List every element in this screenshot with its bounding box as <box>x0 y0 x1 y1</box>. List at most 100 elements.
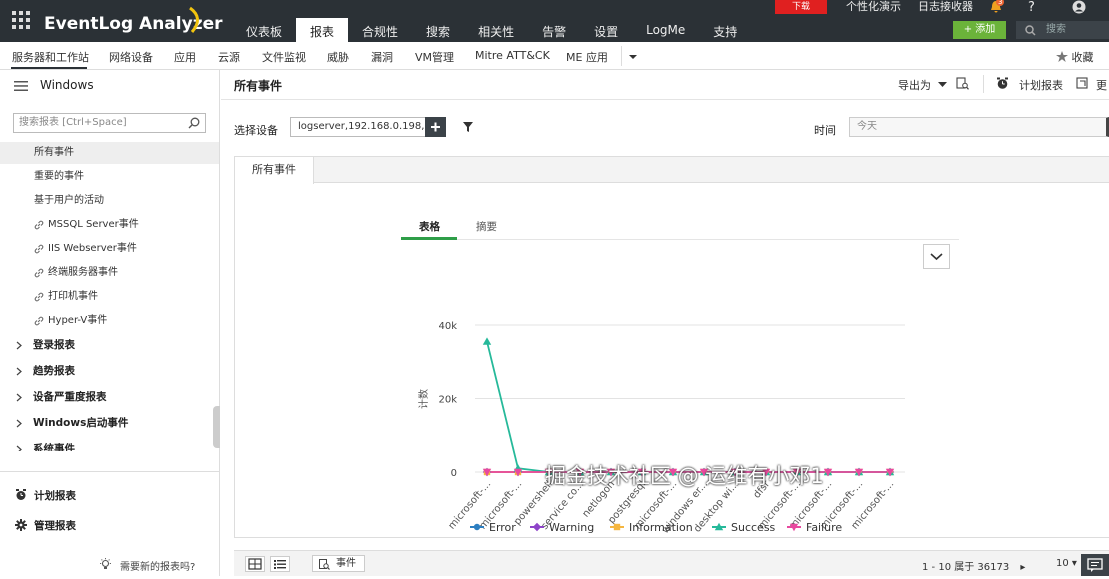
print-preview-icon[interactable] <box>956 77 969 93</box>
panel-tab-bar: 所有事件 <box>235 157 1109 184</box>
help-icon[interactable]: ? <box>1028 0 1035 15</box>
sidebar: Windows 搜索报表 [Ctrl+Space] 所有事件 重要的事件 基于用户的… <box>0 70 220 576</box>
add-label: 添加 <box>975 24 996 35</box>
bell-icon[interactable]: 3 <box>990 0 1005 14</box>
scheduled-reports-label: 计划报表 <box>34 490 76 502</box>
scheduled-reports-link[interactable]: 计划报表 <box>0 488 219 503</box>
tab-1[interactable]: 报表 <box>296 18 349 42</box>
sidebar-item-3[interactable]: MSSQL Server事件 <box>0 214 219 236</box>
tab-2[interactable]: 合规性 <box>348 18 412 42</box>
page-size-select[interactable]: 10 ▾ <box>1056 558 1077 569</box>
chevron-right-icon <box>16 419 22 428</box>
sidebar-divider <box>0 471 219 472</box>
legend-label: Warning <box>549 521 594 534</box>
subnav-item-6[interactable]: 漏洞 <box>371 49 393 65</box>
caret-down-icon <box>937 82 947 87</box>
sidebar-collapse-handle[interactable] <box>213 406 220 448</box>
subnav-item-3[interactable]: 云源 <box>218 49 240 65</box>
legend-label: Success <box>731 521 776 534</box>
request-report-link[interactable]: 需要新的报表吗? <box>99 558 195 573</box>
event-column-chooser[interactable]: 事件 <box>312 555 365 572</box>
manage-reports-label: 管理报表 <box>34 520 76 532</box>
subnav-item-4[interactable]: 文件监视 <box>262 49 306 65</box>
schedule-report-button[interactable]: 计划报表 <box>996 77 1063 93</box>
tab-5[interactable]: 告警 <box>528 18 580 42</box>
legend-marker <box>613 523 621 531</box>
report-search-input[interactable]: 搜索报表 [Ctrl+Space] <box>13 113 206 133</box>
subnav-item-8[interactable]: Mitre ATT&CK <box>475 49 550 62</box>
legend-marker <box>473 523 481 531</box>
sidebar-item-5[interactable]: 终端服务器事件 <box>0 262 219 284</box>
tab-6[interactable]: 设置 <box>580 18 632 42</box>
subnav-item-0[interactable]: 服务器和工作站 <box>12 49 89 65</box>
favorites-button[interactable]: 收藏 <box>1056 49 1094 65</box>
pagination-range: 1 - 10 属于 36173 ▸ <box>922 558 1025 573</box>
chevron-right-icon <box>16 341 22 350</box>
hamburger-menu-icon[interactable] <box>14 81 28 91</box>
sidebar-group-3[interactable]: Windows启动事件 <box>0 411 219 435</box>
more-actions-button[interactable]: 更 <box>1076 77 1107 93</box>
more-subnav-button[interactable] <box>621 46 643 66</box>
logo-swoosh-icon <box>186 6 206 37</box>
sidebar-item-4[interactable]: IIS Webserver事件 <box>0 238 219 260</box>
sidebar-item-1[interactable]: 重要的事件 <box>0 166 219 188</box>
tab-4[interactable]: 相关性 <box>464 18 528 42</box>
sidebar-group-1[interactable]: 趋势报表 <box>0 359 219 383</box>
tab-summary[interactable]: 摘要 <box>476 219 497 234</box>
chart-options-dropdown[interactable] <box>923 244 950 269</box>
chat-icon <box>1087 558 1103 572</box>
tab-7[interactable]: LogMe <box>632 18 699 42</box>
tab-8[interactable]: 支持 <box>699 18 751 42</box>
alarm-clock-icon <box>997 77 1008 89</box>
sidebar-item-label: 基于用户的活动 <box>34 195 104 206</box>
time-range-input[interactable]: 今天 <box>849 117 1109 137</box>
event-label: 事件 <box>336 558 356 569</box>
sidebar-item-0[interactable]: 所有事件 <box>0 142 219 164</box>
subnav-item-1[interactable]: 网络设备 <box>109 49 153 65</box>
sidebar-item-2[interactable]: 基于用户的活动 <box>0 190 219 212</box>
sidebar-group-label: 系统事件 <box>33 443 75 451</box>
device-select-input[interactable]: logserver,192.168.0.198,... <box>290 117 445 137</box>
app-grid-icon[interactable] <box>12 11 30 29</box>
link-icon <box>34 268 44 278</box>
search-icon <box>188 117 200 129</box>
pagination-next-icon[interactable]: ▸ <box>1020 562 1025 573</box>
tab-all-events[interactable]: 所有事件 <box>235 157 314 184</box>
time-label: 时间 <box>814 124 836 137</box>
toolbar-divider <box>983 75 984 93</box>
sidebar-group-0[interactable]: 登录报表 <box>0 333 219 357</box>
events-line-chart: 020k40k计数microsoft-...microsoft-...power… <box>417 321 905 536</box>
subnav-item-2[interactable]: 应用 <box>174 49 196 65</box>
manage-reports-link[interactable]: 管理报表 <box>0 518 219 533</box>
grid-view-icon[interactable] <box>245 556 265 572</box>
chat-button[interactable] <box>1081 554 1109 576</box>
tab-table[interactable]: 表格 <box>419 219 440 234</box>
add-device-button[interactable] <box>425 117 446 137</box>
global-search-input[interactable]: 搜索 <box>1016 21 1109 39</box>
export-dropdown[interactable]: 导出为 <box>898 77 947 93</box>
subnav-item-9[interactable]: ME 应用 <box>566 49 608 65</box>
download-button[interactable]: 下载 <box>775 0 827 14</box>
subnav-item-7[interactable]: VM管理 <box>415 49 454 65</box>
tab-0[interactable]: 仪表板 <box>232 18 296 42</box>
sidebar-item-6[interactable]: 打印机事件 <box>0 286 219 308</box>
schedule-report-label: 计划报表 <box>1019 79 1063 92</box>
top-header: EventLog Analyzer 仪表板 报表 合规性 搜索 相关性 告警 设置 LogMe… <box>0 0 1109 42</box>
pagination-text: 1 - 10 属于 36173 <box>922 562 1010 573</box>
sidebar-group-2[interactable]: 设备严重度报表 <box>0 385 219 409</box>
add-button[interactable]: + 添加 <box>953 21 1006 39</box>
series-line-success <box>486 341 890 473</box>
sidebar-group-label: Windows启动事件 <box>33 417 129 429</box>
user-avatar-icon[interactable] <box>1072 0 1086 14</box>
personalize-demo-link[interactable]: 个性化演示 <box>846 0 901 14</box>
plus-icon: + <box>963 24 976 35</box>
tab-3[interactable]: 搜索 <box>412 18 464 42</box>
sidebar-item-7[interactable]: Hyper-V事件 <box>0 310 219 332</box>
list-view-icon[interactable] <box>270 556 290 572</box>
device-label: 选择设备 <box>234 124 278 137</box>
subnav-item-5[interactable]: 威胁 <box>327 49 349 65</box>
sidebar-group-4[interactable]: 系统事件 <box>0 437 219 451</box>
global-search-placeholder: 搜索 <box>1046 24 1066 35</box>
filter-icon[interactable] <box>463 122 473 135</box>
log-receiver-link[interactable]: 日志接收器 <box>918 0 973 14</box>
